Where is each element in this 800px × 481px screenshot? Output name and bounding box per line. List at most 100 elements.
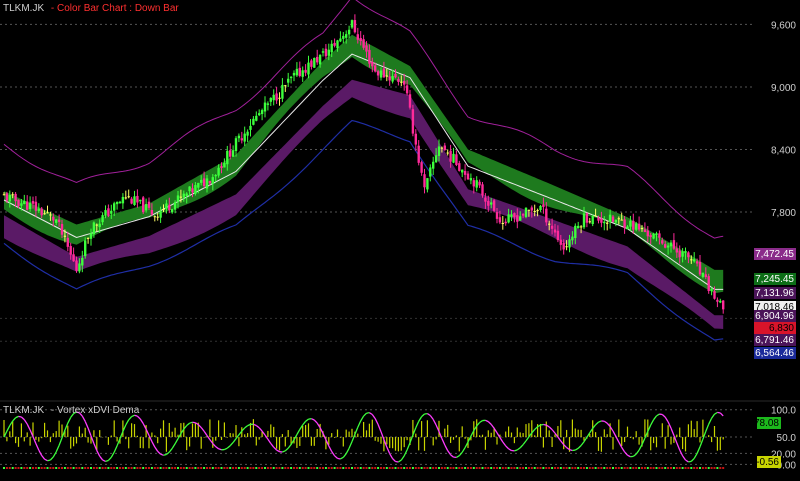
osc-signal-dot [223, 467, 226, 469]
price-bar-body [658, 233, 661, 238]
osc-signal-dot [455, 467, 458, 469]
price-bar-body [521, 214, 525, 216]
price-bar-body [191, 188, 194, 193]
osc-signal-dot [617, 467, 620, 469]
osc-signal-dot [133, 467, 136, 469]
osc-signal-dot [614, 467, 617, 469]
osc-line-segment [685, 459, 689, 463]
price-bar-body [614, 219, 618, 223]
price-bar-body [376, 71, 380, 76]
osc-line-segment [12, 417, 17, 422]
price-bar-body [188, 186, 191, 192]
osc-line-segment [514, 449, 518, 452]
price-bar-body [553, 229, 557, 233]
osc-line-segment [577, 445, 582, 449]
osc-line-segment [415, 421, 420, 428]
osc-signal-dot [20, 467, 23, 469]
osc-signal-dot [208, 467, 211, 469]
price-bar-body [695, 261, 699, 264]
osc-signal-dot [554, 467, 556, 469]
osc-signal-dot [23, 467, 26, 469]
osc-signal-dot [258, 467, 261, 469]
osc-signal-dot [684, 467, 687, 469]
osc-signal-dot [52, 467, 55, 469]
osc-signal-dot [220, 467, 223, 469]
osc-signal-dot [66, 467, 69, 469]
price-bar-body [481, 184, 484, 196]
price-bar-body [635, 223, 638, 230]
price-bar-body [200, 179, 203, 183]
osc-signal-dot [217, 467, 220, 469]
osc-signal-dot [124, 467, 127, 469]
osc-line-segment [35, 443, 40, 451]
osc-signal-dot [377, 467, 380, 469]
osc-signal-dot [84, 467, 87, 469]
price-bar-body [664, 244, 667, 248]
price-bar-body [675, 248, 678, 253]
osc-signal-dot [536, 467, 539, 469]
osc-signal-dot [542, 467, 545, 469]
price-bar-body [237, 135, 241, 139]
osc-signal-dot [710, 467, 713, 469]
osc-signal-dot [69, 467, 72, 469]
osc-line-segment [450, 454, 454, 458]
osc-signal-dot [310, 467, 313, 469]
osc-line-segment [232, 438, 237, 443]
price-bar-body [98, 223, 101, 228]
osc-signal-dot [243, 467, 246, 469]
osc-line-segment [160, 453, 164, 456]
osc-line-segment [334, 455, 338, 459]
osc-signal-dot [539, 467, 542, 469]
osc-signal-dot [171, 467, 174, 469]
osc-signal-dot [98, 467, 101, 469]
osc-signal-dot [255, 467, 258, 469]
price-bar-body [263, 102, 267, 112]
osc-line-segment [490, 423, 495, 429]
osc-signal-dot [95, 467, 98, 469]
osc-signal-dot [382, 467, 385, 469]
osc-signal-dot [139, 467, 142, 469]
osc-signal-dot [356, 467, 359, 469]
osc-line-segment [107, 456, 112, 461]
osc-line-segment [15, 415, 19, 419]
osc-signal-dot [177, 467, 179, 469]
price-bar-body [594, 215, 597, 217]
osc-signal-dot [629, 467, 632, 469]
osc-line-segment [432, 419, 437, 426]
osc-line-segment [313, 419, 318, 424]
osc-signal-dot [330, 467, 333, 469]
osc-line-segment [427, 413, 431, 417]
osc-signal-dot [475, 467, 478, 469]
osc-line-segment [328, 445, 333, 452]
osc-signal-dot [513, 467, 516, 469]
osc-line-segment [696, 446, 701, 454]
osc-line-segment [337, 457, 341, 460]
osc-line-segment [441, 438, 446, 446]
osc-line-segment [360, 415, 365, 422]
osc-line-segment [174, 438, 179, 445]
osc-signal-dot [588, 467, 591, 469]
osc-line-segment [6, 425, 11, 432]
osc-signal-dot [87, 467, 90, 469]
osc-line-segment [171, 443, 176, 449]
price-bar-body [324, 48, 328, 57]
osc-signal-dot [426, 467, 429, 469]
price-bar-body [443, 145, 446, 151]
price-bar-body [591, 216, 594, 225]
price-bar-body [640, 228, 644, 230]
price-bar-body [548, 223, 551, 225]
osc-line-segment [311, 418, 315, 421]
osc-signal-dot [388, 467, 391, 469]
osc-line-segment [392, 458, 396, 462]
osc-line-segment [690, 457, 695, 462]
osc-line-segment [26, 423, 31, 431]
osc-signal-dot [304, 467, 307, 469]
osc-signal-dot [211, 467, 214, 469]
price-bar-body [72, 254, 75, 262]
price-bar-body [255, 115, 258, 121]
price-bar-body [84, 240, 87, 257]
osc-signal-dot [672, 467, 675, 469]
price-bar-body [449, 150, 452, 162]
price-bar-body [8, 194, 11, 202]
price-bar-body [220, 166, 223, 168]
